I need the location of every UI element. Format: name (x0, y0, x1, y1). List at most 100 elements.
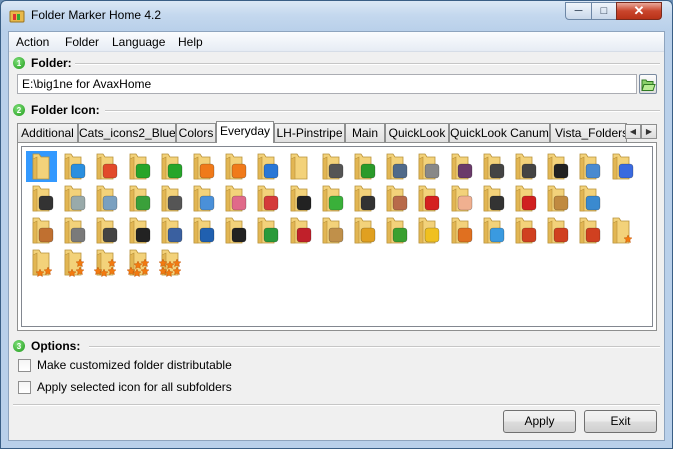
medal-3-icon[interactable] (573, 215, 604, 246)
distributable-checkbox[interactable] (18, 358, 31, 372)
playing-card-icon[interactable] (509, 183, 540, 214)
film-icon[interactable] (26, 183, 57, 214)
star-3-icon[interactable] (58, 247, 89, 278)
graduation-cap-icon[interactable] (284, 183, 315, 214)
chart-icon[interactable] (123, 183, 154, 214)
paint-icon[interactable] (573, 183, 604, 214)
menu-help[interactable]: Help (178, 35, 203, 49)
tab-lh-pinstripe[interactable]: LH-Pinstripe (274, 123, 345, 142)
umbrella-icon[interactable] (348, 215, 379, 246)
backpack-icon[interactable] (251, 183, 282, 214)
snowflake-icon[interactable] (477, 215, 508, 246)
subfolders-checkbox[interactable] (18, 380, 31, 394)
autumn-leaf-icon[interactable] (445, 215, 476, 246)
scanner-icon[interactable] (316, 151, 347, 182)
brushes-icon[interactable] (26, 215, 57, 246)
camera-icon[interactable] (155, 183, 186, 214)
tab-colors[interactable]: Colors (176, 123, 216, 142)
star-4-icon[interactable] (90, 247, 121, 278)
minimize-button[interactable]: ─ (565, 2, 592, 20)
star-5-icon[interactable] (123, 247, 154, 278)
apply-button[interactable]: Apply (503, 410, 576, 433)
heart-icon[interactable] (412, 183, 443, 214)
cd-dvd-2-icon[interactable] (509, 151, 540, 182)
title-bar[interactable]: Folder Marker Home 4.2 ─ □ ✕ (1, 1, 672, 31)
green-book-icon[interactable] (251, 215, 282, 246)
folder-icon-section-header: 2 Folder Icon: (13, 103, 100, 117)
green-arrow-down-icon[interactable] (123, 151, 154, 182)
orange-arrows-icon[interactable] (219, 151, 250, 182)
blue-book-icon[interactable] (187, 215, 218, 246)
cd-dvd-icon[interactable] (477, 151, 508, 182)
dvd-icon[interactable] (445, 151, 476, 182)
folder-icon[interactable] (26, 151, 57, 182)
folder-peach-icon[interactable] (445, 183, 476, 214)
main-window: Folder Marker Home 4.2 ─ □ ✕ Action Fold… (0, 0, 673, 449)
cd-icon[interactable] (412, 151, 443, 182)
folder-open-icon[interactable] (284, 151, 315, 182)
icon-grid[interactable] (21, 146, 653, 327)
woman-icon[interactable] (380, 183, 411, 214)
distributable-option[interactable]: Make customized folder distributable (18, 358, 232, 372)
browse-folder-button[interactable] (639, 74, 657, 94)
menu-action[interactable]: Action (16, 35, 49, 49)
star-2-icon[interactable] (26, 247, 57, 278)
orange-arrow-up-icon[interactable] (187, 151, 218, 182)
picture-icon[interactable] (573, 151, 604, 182)
mp3-player-icon[interactable] (123, 215, 154, 246)
music-note-icon[interactable] (606, 151, 637, 182)
magnifier-icon[interactable] (187, 183, 218, 214)
windows-flag-icon[interactable] (90, 151, 121, 182)
tab-quicklook-canum[interactable]: QuickLook Canum (449, 123, 550, 142)
exit-button[interactable]: Exit (584, 410, 657, 433)
gamepad-icon[interactable] (477, 183, 508, 214)
tab-main[interactable]: Main (345, 123, 385, 142)
tools-icon[interactable] (58, 215, 89, 246)
mobile-phone-icon[interactable] (380, 151, 411, 182)
medal-2-icon[interactable] (541, 215, 572, 246)
folder-upload-icon[interactable] (348, 151, 379, 182)
menu-folder[interactable]: Folder (65, 35, 99, 49)
green-arrows-icon[interactable] (155, 151, 186, 182)
step-3-icon: 3 (13, 340, 25, 352)
yin-yang-icon[interactable] (541, 151, 572, 182)
star-6-icon[interactable] (155, 247, 186, 278)
man-icon[interactable] (348, 183, 379, 214)
maximize-button[interactable]: □ (591, 2, 617, 20)
sunrise-icon[interactable] (412, 215, 443, 246)
globe-icon[interactable] (251, 151, 282, 182)
divider (105, 110, 660, 112)
close-button[interactable]: ✕ (616, 2, 662, 20)
step-1-icon: 1 (13, 57, 25, 69)
tab-scroll-left-button[interactable]: ◀ (625, 124, 641, 139)
leaf-icon[interactable] (380, 215, 411, 246)
menu-bar: Action Folder Language Help (9, 32, 664, 52)
icon-tab-panel (17, 142, 657, 331)
tab-additional[interactable]: Additional (17, 123, 78, 142)
flask-icon[interactable] (316, 183, 347, 214)
tab-vista-folders[interactable]: Vista_Folders_1 (550, 123, 627, 142)
tab-quicklook[interactable]: QuickLook (385, 123, 449, 142)
document-icon[interactable] (58, 183, 89, 214)
clock-icon[interactable] (90, 183, 121, 214)
ipod-icon[interactable] (90, 215, 121, 246)
folder-icon-section-label: Folder Icon: (31, 103, 100, 117)
tab-cats-icons2-blue[interactable]: Cats_icons2_Blue (78, 123, 176, 142)
cat-icon[interactable] (541, 183, 572, 214)
books-icon[interactable] (155, 215, 186, 246)
tab-scroll-right-button[interactable]: ▶ (641, 124, 657, 139)
divider (89, 346, 660, 348)
red-book-icon[interactable] (284, 215, 315, 246)
subfolders-option[interactable]: Apply selected icon for all subfolders (18, 380, 232, 394)
box-icon[interactable] (316, 215, 347, 246)
headphones-icon[interactable] (219, 215, 250, 246)
medal-1-icon[interactable] (509, 215, 540, 246)
open-folder-icon (641, 79, 656, 91)
tab-everyday[interactable]: Everyday (216, 121, 274, 143)
teddy-bear-icon[interactable] (219, 183, 250, 214)
windows-logo-icon[interactable] (58, 151, 89, 182)
menu-language[interactable]: Language (112, 35, 165, 49)
star-1-icon[interactable] (606, 215, 637, 246)
folder-path-input[interactable] (17, 74, 637, 94)
options-section-header: 3 Options: (13, 339, 80, 353)
